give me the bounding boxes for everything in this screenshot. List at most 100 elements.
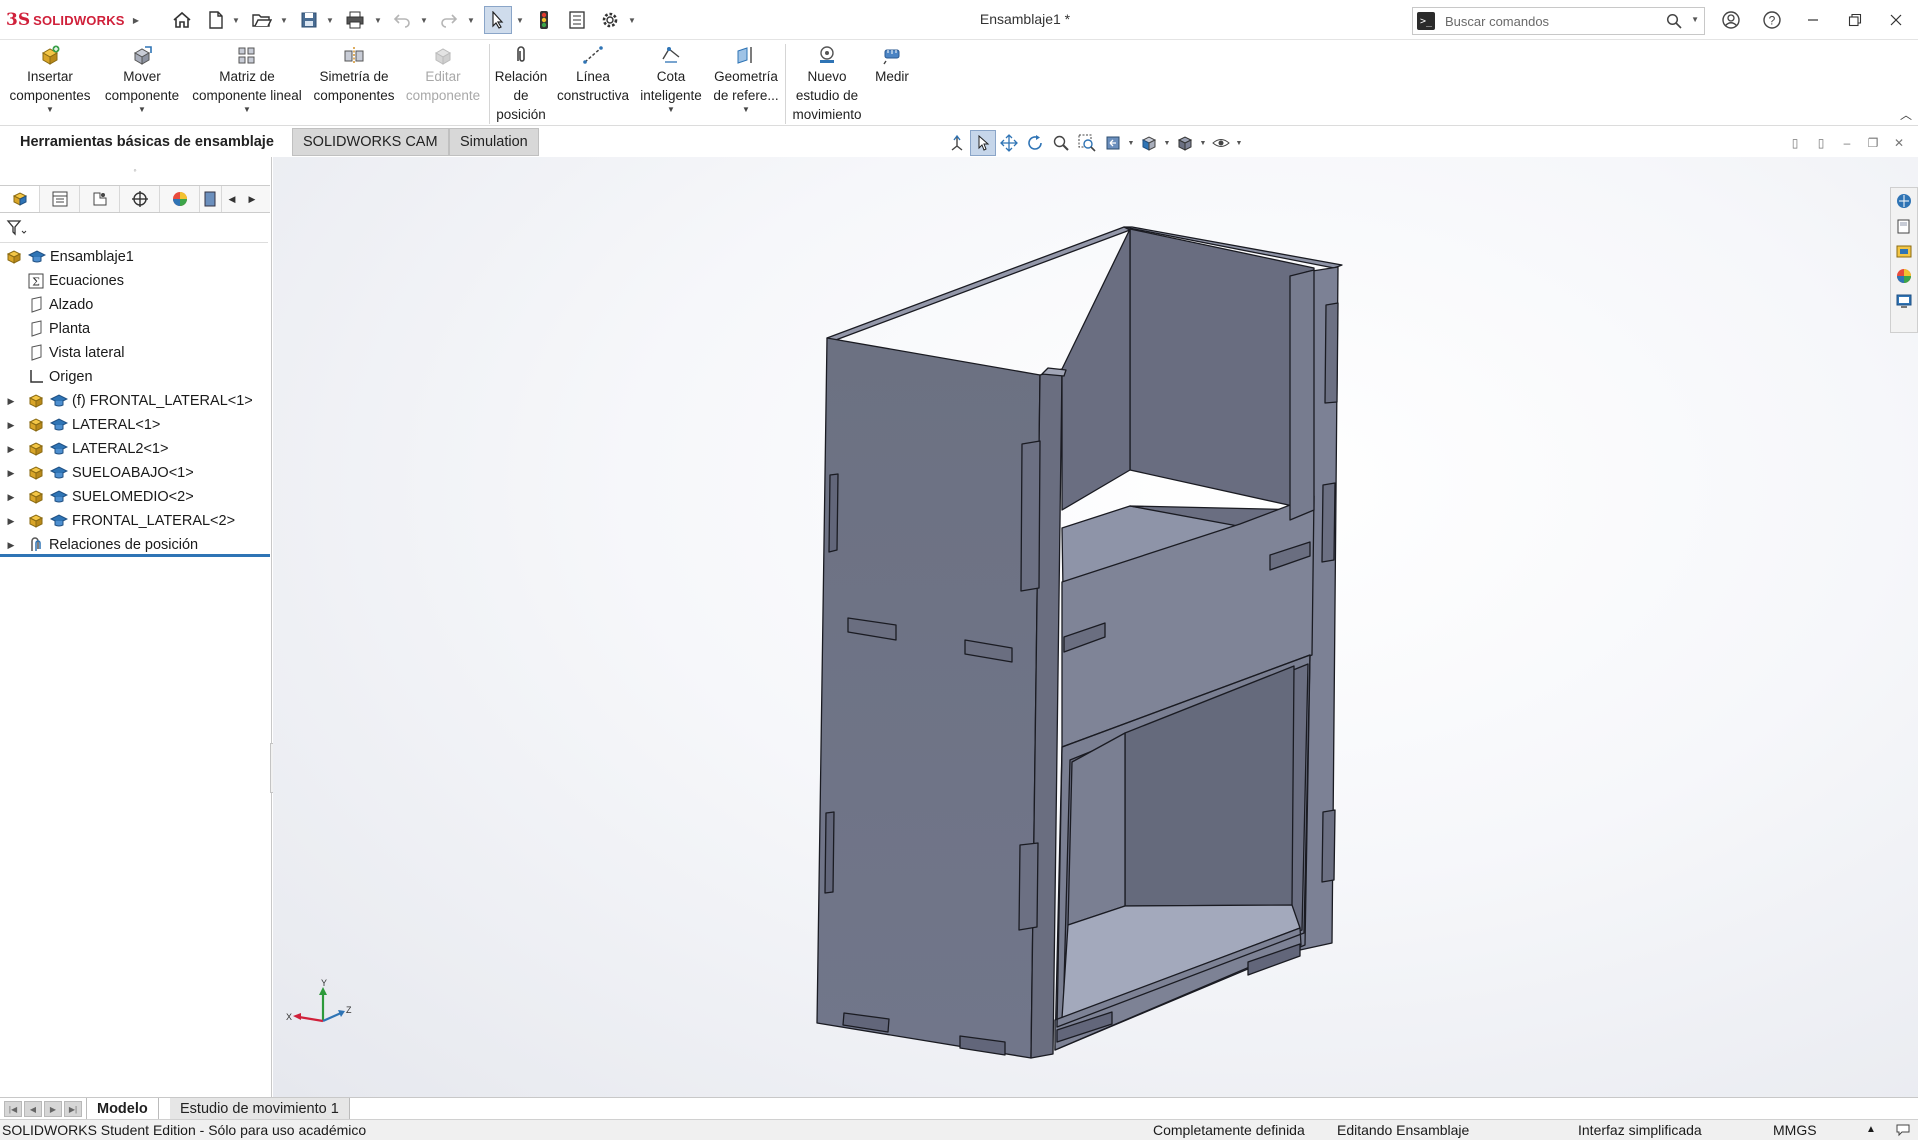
linear-component-pattern-button[interactable]: Matriz de componente lineal ▼ [188,44,306,115]
tree-item-origin[interactable]: Origen [0,365,270,389]
zoom-to-area-icon[interactable] [1074,130,1100,156]
units-dropdown-icon[interactable]: ▲ [1866,1124,1876,1135]
hide-show-dropdown-icon[interactable]: ▼ [1234,140,1244,147]
expand-arrow-icon[interactable]: ▶ [6,540,16,551]
tab-assembly-tools[interactable]: Herramientas básicas de ensamblaje [10,128,284,156]
new-document-icon[interactable] [204,8,228,32]
open-dropdown-icon[interactable]: ▼ [280,14,288,26]
measure-button[interactable]: Medir [870,44,914,86]
filter-funnel-icon[interactable] [6,219,28,240]
save-icon[interactable] [297,8,321,32]
move-component-dropdown-icon[interactable]: ▼ [100,105,184,115]
tab-display-manager[interactable] [160,186,200,212]
smart-dimension-button[interactable]: Cota inteligente ▼ [636,44,706,115]
tree-item-component[interactable]: ▶ (f) FRONTAL_LATERAL<1> [0,389,270,413]
tab-cam-manager[interactable] [200,186,222,212]
mate-button[interactable]: Relación de posición [492,44,550,124]
linear-pattern-dropdown-icon[interactable]: ▼ [188,105,306,115]
pan-icon[interactable] [996,130,1022,156]
appearances-icon[interactable] [1894,266,1914,286]
tree-item-component[interactable]: ▶ FRONTAL_LATERAL<2> [0,509,270,533]
options-dropdown-icon[interactable]: ▼ [628,14,636,26]
next-tab-icon[interactable]: ▶ [44,1101,62,1117]
tabs-scroll-left-icon[interactable]: ◀ [222,186,242,212]
search-icon[interactable] [1666,13,1682,32]
expand-arrow-icon[interactable]: ▶ [6,444,16,455]
tab-solidworks-cam[interactable]: SOLIDWORKS CAM [292,128,449,156]
tab-configuration-manager[interactable] [80,186,120,212]
tab-dimxpert-manager[interactable] [120,186,160,212]
collapse-ribbon-icon[interactable]: ︿ [1900,106,1912,123]
print-icon[interactable] [343,8,367,32]
file-properties-icon[interactable] [565,8,589,32]
tree-item-right-plane[interactable]: Vista lateral [0,341,270,365]
construction-line-button[interactable]: Línea constructiva [554,44,632,105]
undo-icon[interactable] [390,8,414,32]
tree-item-component[interactable]: ▶ SUELOABAJO<1> [0,461,270,485]
rotate-view-icon[interactable] [1022,130,1048,156]
tree-rollback-bar[interactable] [0,554,270,557]
viewport-tile-left-icon[interactable]: ▯ [1786,134,1804,152]
previous-view-icon[interactable] [1100,130,1126,156]
tree-item-equations[interactable]: Σ Ecuaciones [0,269,270,293]
insert-components-dropdown-icon[interactable]: ▼ [6,105,94,115]
design-library-icon[interactable] [1894,216,1914,236]
solidworks-resources-icon[interactable] [1894,191,1914,211]
solidworks-logo[interactable]: 3S SOLIDWORKS [6,10,125,30]
tree-item-component[interactable]: ▶ SUELOMEDIO<2> [0,485,270,509]
prev-tab-icon[interactable]: ◀ [24,1101,42,1117]
panel-grip-icon[interactable]: ◦ [128,165,142,175]
tabs-scroll-right-icon[interactable]: ▶ [242,186,262,212]
user-account-icon[interactable] [1717,6,1745,34]
view-orientation-icon[interactable] [944,130,970,156]
redo-dropdown-icon[interactable]: ▼ [467,14,475,26]
reference-geometry-button[interactable]: Geometría de refere... ▼ [710,44,782,115]
mirror-components-button[interactable]: Simetría de componentes [312,44,396,105]
viewport-minimize-icon[interactable]: – [1838,134,1856,152]
tab-property-manager[interactable] [40,186,80,212]
viewport-tile-right-icon[interactable]: ▯ [1812,134,1830,152]
status-interface[interactable]: Interfaz simplificada [1578,1122,1702,1138]
status-units[interactable]: MMGS [1773,1122,1817,1138]
minimize-window-icon[interactable] [1799,6,1827,34]
hide-show-items-icon[interactable] [1208,130,1234,156]
undo-dropdown-icon[interactable]: ▼ [420,14,428,26]
expand-arrow-icon[interactable]: ▶ [6,396,16,407]
viewport-close-icon[interactable]: ✕ [1890,134,1908,152]
move-component-button[interactable]: Mover componente ▼ [100,44,184,115]
search-commands-field[interactable]: >_ Buscar comandos ▼ [1412,7,1705,35]
tree-item-assembly-root[interactable]: Ensamblaje1 [0,245,270,269]
reference-geometry-dropdown-icon[interactable]: ▼ [710,105,782,115]
first-tab-icon[interactable]: |◀ [4,1101,22,1117]
expand-arrow-icon[interactable]: ▶ [6,516,16,527]
options-gear-icon[interactable] [598,8,622,32]
viewport-restore-icon[interactable]: ❐ [1864,134,1882,152]
smart-dimension-dropdown-icon[interactable]: ▼ [636,105,706,115]
close-window-icon[interactable] [1882,6,1910,34]
menu-expand-arrow[interactable]: ▶ [132,14,140,26]
restore-window-icon[interactable] [1841,6,1869,34]
section-view-dropdown-icon[interactable]: ▼ [1162,140,1172,147]
open-folder-icon[interactable] [250,8,274,32]
file-explorer-icon[interactable] [1894,241,1914,261]
tree-item-component[interactable]: ▶ LATERAL<1> [0,413,270,437]
expand-arrow-icon[interactable]: ▶ [6,492,16,503]
save-dropdown-icon[interactable]: ▼ [326,14,334,26]
tab-feature-tree[interactable] [0,186,40,212]
previous-view-dropdown-icon[interactable]: ▼ [1126,140,1136,147]
tab-model[interactable]: Modelo [86,1098,159,1119]
tree-item-front-plane[interactable]: Alzado [0,293,270,317]
tooltip-bubble-icon[interactable] [1895,1123,1911,1140]
select-cursor-icon[interactable] [484,6,512,34]
display-style-icon[interactable] [1172,130,1198,156]
display-style-dropdown-icon[interactable]: ▼ [1198,140,1208,147]
new-dropdown-icon[interactable]: ▼ [232,14,240,26]
rebuild-traffic-light-icon[interactable] [532,8,556,32]
custom-properties-icon[interactable] [1894,291,1914,311]
expand-arrow-icon[interactable]: ▶ [6,420,16,431]
print-dropdown-icon[interactable]: ▼ [374,14,382,26]
assembly-model[interactable] [273,157,1918,1097]
tab-motion-study-1[interactable]: Estudio de movimiento 1 [170,1098,350,1119]
graphics-area[interactable]: Y X Z [273,157,1918,1097]
tree-item-top-plane[interactable]: Planta [0,317,270,341]
